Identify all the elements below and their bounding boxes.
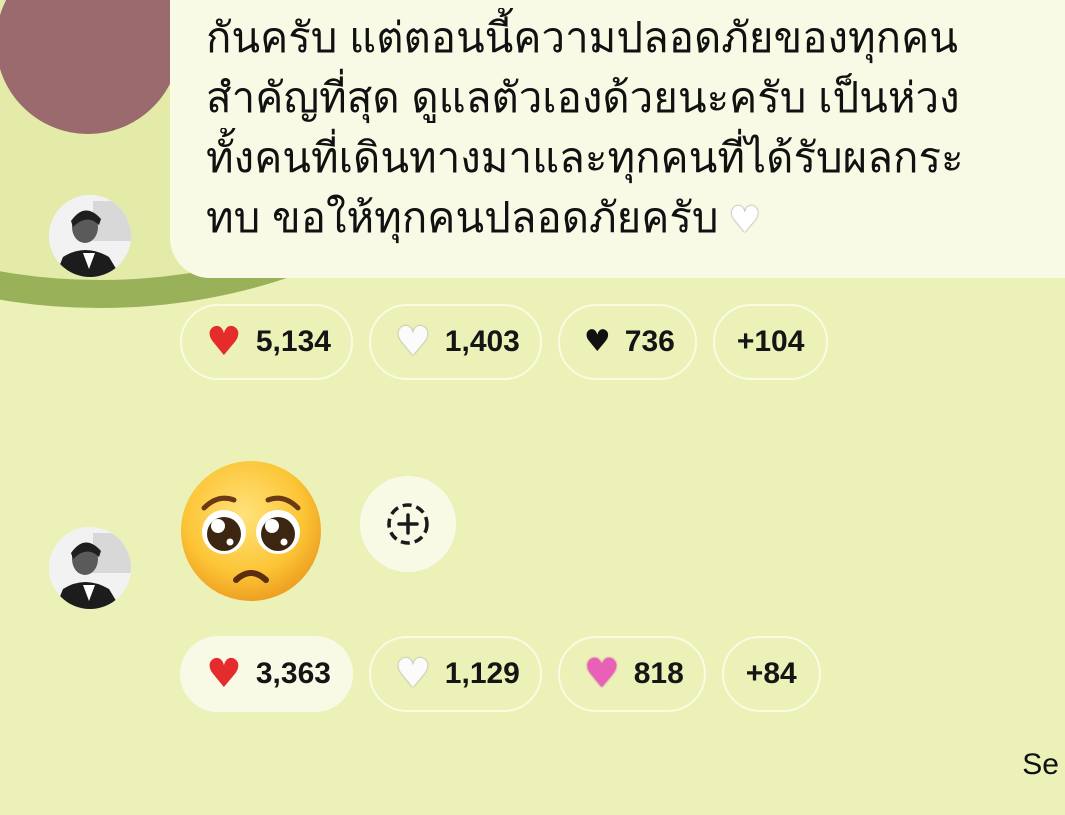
reaction-white-heart-button[interactable]: ♥ 1,129 xyxy=(368,636,542,712)
add-reaction-icon xyxy=(387,503,429,545)
reaction-count: 3,363 xyxy=(255,657,331,690)
more-reactions-count: +84 xyxy=(745,657,797,690)
reaction-count: 5,134 xyxy=(255,325,331,358)
message-text-line: กันครับ แต่ตอนนี้ความปลอดภัยของทุกคน xyxy=(206,14,958,61)
white-heart-icon: ♥ xyxy=(394,319,431,365)
message-text-line: ทั้งคนที่เดินทางมาและทุกคนที่ได้รับผลกระ xyxy=(206,134,964,181)
more-reactions-button[interactable]: +84 xyxy=(721,636,821,712)
reaction-red-heart-button[interactable]: ♥ 3,363 xyxy=(180,636,353,712)
reaction-bar: ♥ 5,134 ♥ 1,403 ♥ 736 +104 xyxy=(180,304,844,380)
reaction-growing-heart-button[interactable]: ♥ 818 xyxy=(557,636,706,712)
sender-avatar[interactable] xyxy=(49,195,131,277)
avatar-photo xyxy=(49,195,131,277)
see-more-link[interactable]: Se xyxy=(1022,748,1059,782)
message-text-line-end: ทบ ขอให้ทุกคนปลอดภัยครับ xyxy=(206,194,719,241)
reaction-count: 1,129 xyxy=(444,657,520,690)
more-reactions-count: +104 xyxy=(736,325,805,358)
message-text-line: สำคัญที่สุด ดูแลตัวเองด้วยนะครับ เป็นห่ว… xyxy=(206,74,960,121)
message-bubble[interactable]: กันครับ แต่ตอนนี้ความปลอดภัยของทุกคน สำค… xyxy=(170,0,1065,278)
add-reaction-button[interactable] xyxy=(360,476,456,572)
reaction-count: 818 xyxy=(633,657,684,690)
red-heart-icon: ♥ xyxy=(206,319,242,365)
reaction-white-heart-button[interactable]: ♥ 1,403 xyxy=(368,304,542,380)
white-heart-icon: ♥ xyxy=(394,651,431,697)
reaction-count: 1,403 xyxy=(444,325,520,358)
white-heart-emoji-icon: ♥ xyxy=(728,199,761,241)
more-reactions-button[interactable]: +104 xyxy=(712,304,829,380)
black-heart-icon: ♥ xyxy=(583,324,611,359)
reaction-black-heart-button[interactable]: ♥ 736 xyxy=(557,304,697,380)
reaction-red-heart-button[interactable]: ♥ 5,134 xyxy=(180,304,353,380)
avatar-photo xyxy=(49,527,131,609)
pleading-face-emoji-icon[interactable] xyxy=(178,458,324,604)
reaction-bar: ♥ 3,363 ♥ 1,129 ♥ 818 +84 xyxy=(180,636,837,712)
growing-heart-icon: ♥ xyxy=(583,651,620,697)
message-text-line: ทบ ขอให้ทุกคนปลอดภัยครับ ♥ xyxy=(206,188,1045,248)
reaction-count: 736 xyxy=(624,325,675,358)
sender-avatar[interactable] xyxy=(49,527,131,609)
red-heart-icon: ♥ xyxy=(206,651,242,697)
